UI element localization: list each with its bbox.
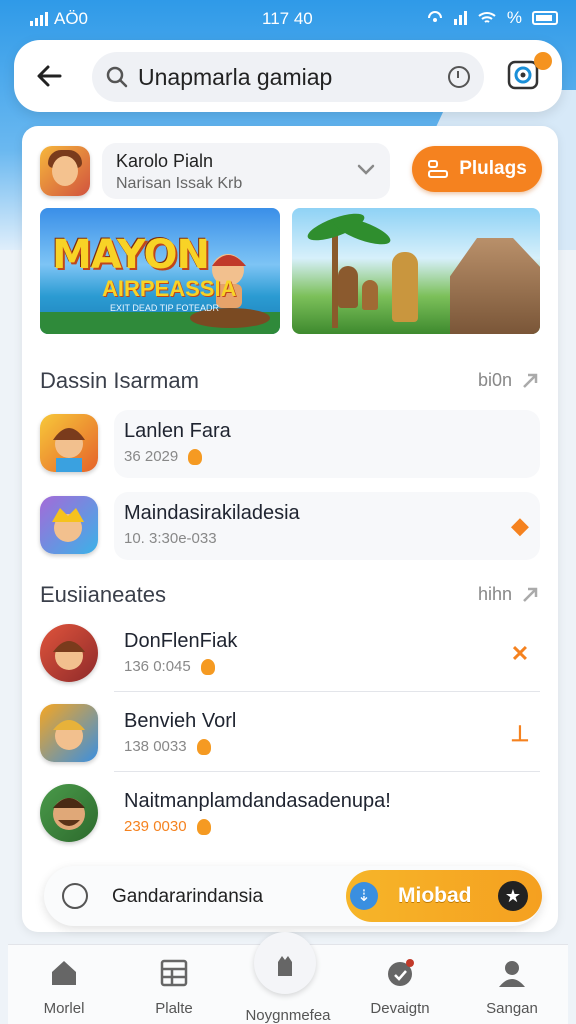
game-meta: 239 0030 [124,818,187,835]
arrow-right-icon [523,373,538,388]
game-meta: 36 2029 [124,448,179,465]
banner-logo: MAYON [52,232,210,278]
game-meta: 10. 3:30e-033 [124,530,217,547]
status-time: 117 40 [262,9,313,28]
carrier-label: AÖ0 [54,9,89,28]
game-banner-1[interactable]: MAYON AIRPEASSIA EXIT DEAD TIP FOTEADR [40,208,280,334]
search-input[interactable]: Unapmarla gamiap [138,64,448,91]
game-icon [40,784,98,842]
grid-icon [160,959,188,987]
badge-icon [388,959,414,986]
game-name: Maindasirakiladesia [124,502,300,524]
list-item[interactable]: Naitmanplamdandasadenupa! 239 0030 [40,776,540,852]
nav-item-home[interactable]: Morlel [8,945,120,1024]
back-arrow-icon[interactable] [34,60,66,92]
main-card: Karolo Pialn Narisan Issak Krb Plulags M… [22,126,558,932]
featured-game[interactable]: Karolo Pialn Narisan Issak Krb [40,142,390,200]
game-icon [40,624,98,682]
featured-game-icon [40,146,90,196]
download-badge-icon: ⇣ [350,882,378,910]
cell-signal-icon [453,11,467,25]
banner-caption: EXIT DEAD TIP FOTEADR [110,303,220,313]
status-bar: AÖ0 117 40 % [0,0,576,36]
section-title: Dassin Isarmam [40,368,199,393]
section-more-link[interactable]: bi0n [478,370,540,391]
nav-item-badge[interactable]: Devaigtn [344,945,456,1024]
flame-icon [200,658,215,675]
clock-icon[interactable] [448,66,470,88]
arrow-right-icon [523,587,538,602]
person-icon [499,961,525,987]
game-name: DonFlenFiak [124,630,238,652]
temple-illustration [450,238,540,334]
star-icon[interactable]: ★ [498,881,528,911]
section-header-1: Dassin Isarmam bi0n [40,368,540,398]
search-bar[interactable]: Unapmarla gamiap [92,52,484,102]
game-meta: 138 0033 [124,738,187,755]
game-name: Benvieh Vorl [124,710,237,732]
play-button[interactable]: Plulags [412,146,542,192]
promo-text: Gandararindansia [112,886,264,907]
featured-game-info[interactable]: Karolo Pialn Narisan Issak Krb [102,143,390,199]
section-header-2: Eusiianeates hihn [40,582,540,612]
game-icon [40,496,98,554]
list-item[interactable]: Maindasirakiladesia 10. 3:30e-033 ◆ [40,488,540,564]
flame-icon [196,818,211,835]
hero-illustration [392,252,418,322]
game-name: Lanlen Fara [124,420,231,442]
banner-logo-subtitle: AIRPEASSIA [102,276,237,301]
center-action-button[interactable] [254,932,316,994]
search-icon [106,66,128,88]
game-icon [40,704,98,762]
list-item[interactable]: Benvieh Vorl 138 0033 ⊥ [40,696,540,772]
game-name: Naitmanplamdandasadenupa! [124,790,391,812]
nav-item-profile[interactable]: Sangan [456,945,568,1024]
battery-percent: % [506,8,522,27]
controller-icon [428,160,449,178]
flame-icon [196,738,211,755]
promo-bar[interactable]: Gandararindansia ⇣ Miobad ★ [44,866,542,926]
featured-title: Karolo Pialn [116,151,214,171]
diamond-icon[interactable]: ◆ [508,513,532,538]
home-icon [52,961,76,985]
download-icon[interactable]: ⊥ [508,721,532,746]
nfc-icon [427,11,442,22]
flame-icon [188,448,203,465]
game-icon [40,414,98,472]
section-more-link[interactable]: hihn [478,584,540,605]
featured-subtitle: Narisan Issak Krb [116,175,243,192]
chevron-down-icon[interactable] [356,159,376,179]
hand-icon [278,956,292,976]
game-meta: 136 0:045 [124,658,191,675]
battery-icon [532,11,558,25]
list-item[interactable]: DonFlenFiak 136 0:045 ✕ [40,616,540,692]
game-banner-2[interactable] [292,208,540,334]
close-icon[interactable]: ✕ [508,641,532,666]
nav-item-grid[interactable]: Plalte [118,945,230,1024]
gauge-icon [62,883,88,909]
promo-button[interactable]: ⇣ Miobad ★ [346,870,542,922]
search-header: Unapmarla gamiap [14,40,562,112]
signal-icon [30,12,48,26]
camera-button[interactable] [506,52,552,92]
notification-dot [534,52,552,70]
list-item[interactable]: Lanlen Fara 36 2029 [40,406,540,482]
wifi-icon [478,12,496,23]
section-title: Eusiianeates [40,582,166,607]
